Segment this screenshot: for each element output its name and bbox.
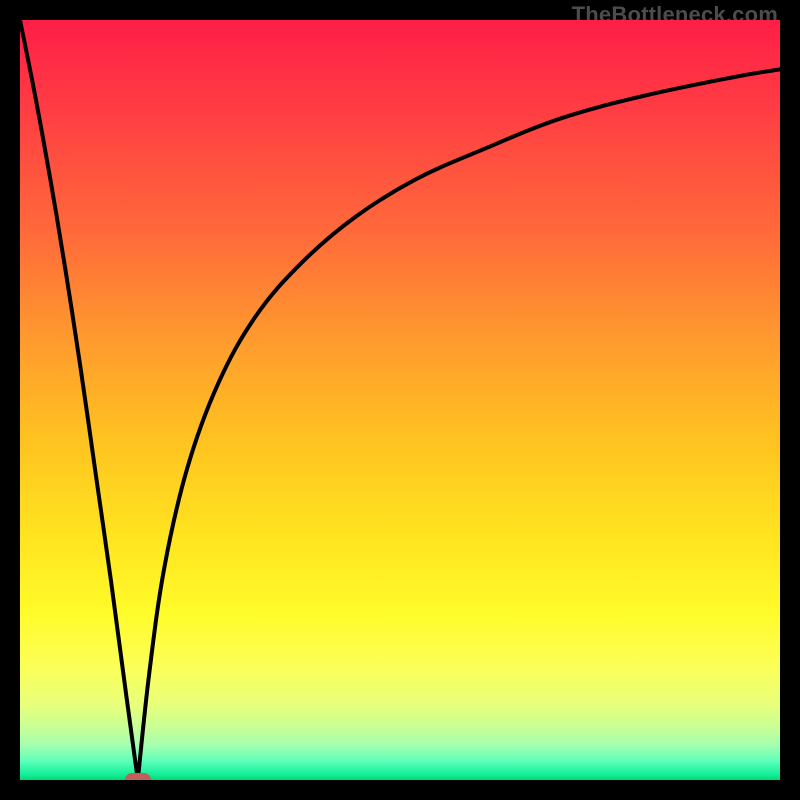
plot-area xyxy=(20,20,780,780)
chart-frame: TheBottleneck.com xyxy=(0,0,800,800)
left-branch-curve xyxy=(20,20,138,780)
right-branch-curve xyxy=(138,69,780,780)
minimum-marker xyxy=(125,773,151,780)
curve-layer xyxy=(20,20,780,780)
